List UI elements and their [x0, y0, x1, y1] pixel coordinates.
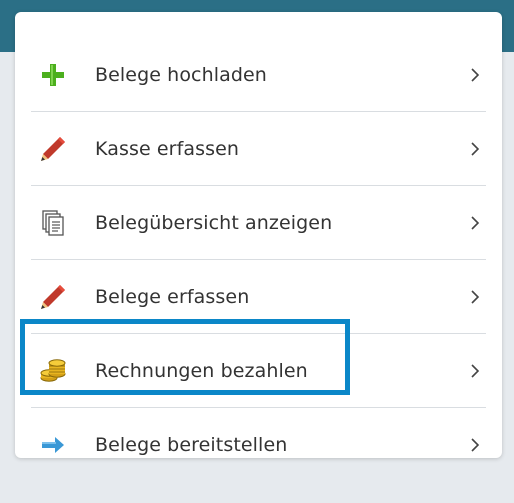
menu-item-label: Belegübersicht anzeigen [95, 211, 333, 234]
menu-item-beleguebersicht-anzeigen[interactable]: Belegübersicht anzeigen [31, 186, 486, 260]
menu-item-belege-erfassen[interactable]: Belege erfassen [31, 260, 486, 334]
chevron-right-icon [468, 67, 482, 82]
chevron-right-icon [468, 289, 482, 304]
menu-item-kasse-erfassen[interactable]: Kasse erfassen [31, 112, 486, 186]
menu-item-label: Belege bereitstellen [95, 433, 288, 456]
menu-item-rechnungen-bezahlen[interactable]: Rechnungen bezahlen [31, 334, 486, 408]
menu-item-belege-hochladen[interactable]: Belege hochladen [31, 38, 486, 112]
coins-icon [39, 357, 67, 385]
menu-item-belege-bereitstellen[interactable]: Belege bereitstellen [31, 408, 486, 481]
plus-icon [39, 61, 67, 89]
action-menu: Belege hochladen Kasse erfassen Belegübe… [31, 38, 486, 481]
chevron-right-icon [468, 141, 482, 156]
documents-icon [39, 209, 67, 237]
action-menu-card: Belege hochladen Kasse erfassen Belegübe… [15, 12, 502, 458]
menu-item-label: Kasse erfassen [95, 137, 240, 160]
menu-item-label: Belege erfassen [95, 285, 250, 308]
menu-item-label: Rechnungen bezahlen [95, 359, 308, 382]
arrow-right-icon [39, 431, 67, 459]
chevron-right-icon [468, 437, 482, 452]
pencil-icon [39, 283, 67, 311]
chevron-right-icon [468, 215, 482, 230]
chevron-right-icon [468, 363, 482, 378]
menu-item-label: Belege hochladen [95, 63, 267, 86]
pencil-icon [39, 135, 67, 163]
